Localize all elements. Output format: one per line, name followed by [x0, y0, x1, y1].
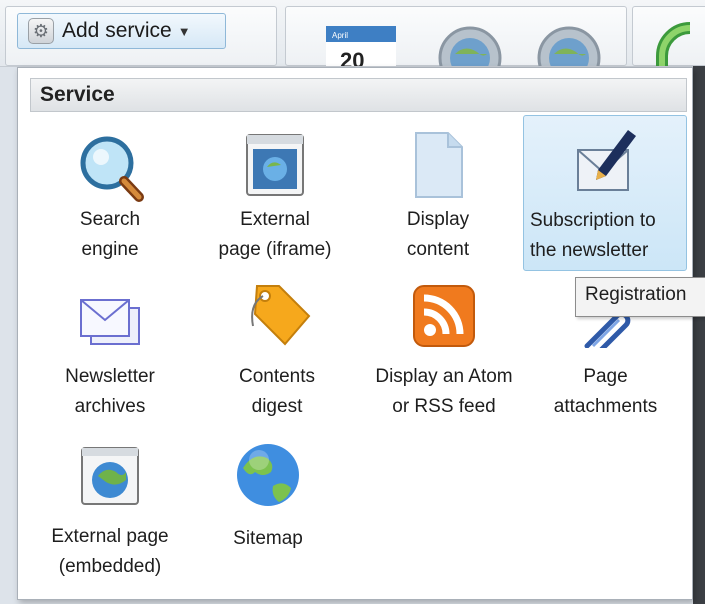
menu-item-external-page-embedded[interactable]: External page (embedded) — [22, 438, 198, 590]
rss-icon — [413, 285, 475, 347]
item-label-line1: Display an Atom — [375, 366, 513, 387]
window-edge — [693, 66, 705, 604]
menu-item-contents-digest[interactable]: Contents digest — [202, 278, 352, 428]
item-label-line1: Contents — [238, 366, 316, 387]
menu-header: Service — [30, 78, 687, 112]
envelopes-icon — [80, 299, 140, 345]
calendar-day: 20 — [340, 48, 364, 66]
calendar-icon[interactable]: April 20 — [326, 26, 396, 66]
item-label-line1: Display — [406, 209, 470, 230]
item-label-line2: the newsletter — [530, 240, 649, 261]
item-label-line2: content — [406, 239, 470, 260]
service-menu: Service Search engine External page (ifr… — [17, 67, 693, 600]
menu-item-display-content[interactable]: Display content — [373, 123, 503, 271]
item-label-line1: Subscription to — [530, 210, 656, 231]
toolbar: ⚙ Add service ▼ April 20 — [0, 0, 705, 67]
menu-item-sitemap[interactable]: Sitemap — [214, 438, 322, 558]
browser-window-icon — [246, 134, 304, 196]
menu-item-subscription-newsletter[interactable]: Subscription to the newsletter — [523, 115, 687, 271]
item-label-line2: or RSS feed — [392, 396, 496, 417]
document-icon — [415, 132, 463, 198]
magnifier-icon — [80, 136, 144, 202]
menu-item-newsletter-archives[interactable]: Newsletter archives — [40, 278, 180, 428]
menu-item-search-engine[interactable]: Search engine — [48, 123, 172, 271]
add-service-button[interactable]: ⚙ Add service ▼ — [17, 13, 226, 49]
item-label-line2: (embedded) — [58, 556, 162, 577]
tag-icon — [251, 285, 311, 346]
globe-web-icon[interactable] — [437, 20, 503, 66]
item-label-line1: External page — [51, 526, 169, 547]
gear-icon: ⚙ — [28, 18, 54, 44]
add-service-label: Add service — [62, 19, 172, 42]
item-label-line2: archives — [74, 396, 146, 417]
menu-item-atom-rss-feed[interactable]: Display an Atom or RSS feed — [358, 278, 530, 428]
globe-window-icon — [81, 447, 139, 505]
item-label-line1: Sitemap — [233, 528, 303, 549]
envelope-pen-icon — [577, 130, 636, 191]
item-label-line1: Page — [583, 366, 628, 387]
calendar-month: April — [332, 31, 348, 40]
item-label-line2: page (iframe) — [218, 239, 332, 260]
item-label-line2: attachments — [553, 396, 658, 417]
globe-icon — [237, 444, 299, 506]
item-label-line2: engine — [81, 239, 139, 260]
tooltip: Registration — [575, 277, 705, 317]
menu-item-external-page-iframe[interactable]: External page (iframe) — [192, 123, 358, 271]
item-label-line2: digest — [251, 396, 303, 417]
item-label-line1: External — [240, 209, 310, 230]
globe-web-icon[interactable] — [536, 20, 602, 66]
item-label-line1: Search — [79, 209, 141, 230]
item-label-line1: Newsletter — [65, 366, 155, 387]
green-arrow-icon[interactable] — [650, 22, 705, 66]
chevron-down-icon: ▼ — [177, 23, 191, 39]
